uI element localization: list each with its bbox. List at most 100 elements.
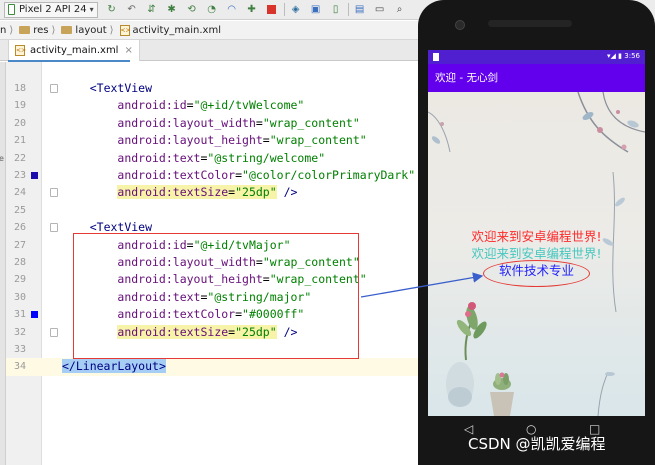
code-line[interactable]: 25 <box>6 202 430 219</box>
fold-marker-icon[interactable] <box>50 84 58 93</box>
code-token: "@string/welcome" <box>207 150 326 165</box>
breadcrumb-item-n[interactable]: n ⟩ <box>0 25 17 36</box>
profile-icon[interactable]: ◠ <box>224 3 240 17</box>
phone-icon <box>8 4 15 15</box>
line-number: 24 <box>13 187 26 199</box>
line-number: 22 <box>13 152 26 164</box>
line-number: 33 <box>13 344 26 355</box>
breadcrumb-item-layout[interactable]: layout ⟩ <box>59 25 117 36</box>
tab-label: activity_main.xml <box>30 45 119 56</box>
code-line[interactable]: 34 </LinearLayout> <box>6 358 430 376</box>
line-number: 23 <box>13 170 26 181</box>
sync-project-icon[interactable]: ⇵ <box>144 3 160 17</box>
code-token: android:layout_width <box>117 115 256 130</box>
close-icon[interactable]: × <box>124 45 132 56</box>
chevron-down-icon: ▾ <box>89 5 94 14</box>
avd-manager-icon[interactable]: ▯ <box>328 3 344 17</box>
breadcrumb-label: layout <box>75 24 107 36</box>
tool-window-label: e <box>0 154 4 163</box>
status-right: ▾◢ ▮ 3:56 <box>607 52 640 60</box>
breadcrumb-item-file[interactable]: <> activity_main.xml <box>118 24 221 36</box>
code-token: /> <box>283 185 298 200</box>
search-icon[interactable]: ⌕ <box>392 3 408 17</box>
code-line[interactable]: 19 android:id="@+id/tvWelcome" <box>6 97 430 114</box>
line-number: 32 <box>13 326 26 338</box>
tab-activity-main[interactable]: <> activity_main.xml × <box>8 40 140 61</box>
layout-inspector-icon[interactable]: ▣ <box>308 3 324 17</box>
breadcrumb: n ⟩ res ⟩ layout ⟩ <> activity_main.xml <box>0 21 430 40</box>
color-swatch-icon[interactable] <box>31 311 38 319</box>
app-title: 欢迎 - 无心剑 <box>435 72 498 84</box>
apply-changes-icon[interactable]: ⟲ <box>184 3 200 17</box>
code-token: = <box>255 115 263 130</box>
code-token: TextView <box>96 81 153 95</box>
code-line[interactable]: 22 android:text="@string/welcome" <box>6 150 430 167</box>
line-number: 28 <box>13 257 26 268</box>
status-time: 3:56 <box>624 52 640 60</box>
code-line[interactable]: 20 android:layout_width="wrap_content" <box>6 115 430 132</box>
line-number: 31 <box>13 309 26 321</box>
code-token: android:textColor <box>117 168 236 182</box>
sim-card-icon <box>433 53 439 61</box>
welcome-text: 欢迎来到安卓编程世界! <box>471 229 602 244</box>
emulator-screen[interactable]: ▾◢ ▮ 3:56 欢迎 - 无心剑 欢迎来到安卓编程世界! 欢迎来到安卓编程世… <box>428 50 645 416</box>
toolbar-divider <box>283 3 285 16</box>
sdk-manager-icon[interactable]: ▤ <box>352 3 368 17</box>
line-number: 18 <box>13 83 26 94</box>
code-token: "@+id/tvWelcome" <box>193 98 305 113</box>
code-line[interactable]: 21 android:layout_height="wrap_content" <box>6 132 430 149</box>
line-number: 34 <box>13 361 26 373</box>
code-line[interactable]: 23 android:textColor="@color/colorPrimar… <box>6 167 430 184</box>
apply-code-icon[interactable]: ◔ <box>204 3 220 17</box>
xml-file-icon: <> <box>119 24 131 36</box>
code-token: android:textSize <box>117 185 229 200</box>
code-token: > <box>158 359 166 374</box>
status-bar: ▾◢ ▮ 3:56 <box>428 50 645 64</box>
xml-file-icon: <> <box>15 45 27 56</box>
code-token: "wrap_content" <box>262 115 360 130</box>
fold-marker-icon[interactable] <box>50 327 58 337</box>
code-text: android:textColor="@color/colorPrimaryDa… <box>62 167 415 184</box>
line-number: 26 <box>13 222 26 234</box>
terminal-icon[interactable]: ▭ <box>372 3 388 17</box>
code-token: android:id <box>117 98 187 113</box>
code-text: android:textSize="25dp" /> <box>62 184 297 201</box>
color-swatch-icon[interactable] <box>31 172 38 179</box>
device-selector[interactable]: Pixel 2 API 24 ▾ <box>4 1 98 18</box>
fold-marker-icon[interactable] <box>50 223 58 233</box>
breadcrumb-label: activity_main.xml <box>132 24 221 36</box>
code-text: android:layout_height="wrap_content" <box>62 132 366 149</box>
line-number: 27 <box>13 239 26 251</box>
code-text: android:layout_width="wrap_content" <box>62 115 360 132</box>
gradle-icon[interactable]: ◈ <box>288 3 304 17</box>
fold-marker-icon[interactable] <box>50 188 58 198</box>
attach-debugger-icon[interactable]: ✚ <box>244 3 260 17</box>
device-name: Pixel 2 API 24 <box>19 4 87 15</box>
screenshot-root: Pixel 2 API 24 ▾ ↻ ↶ ⇵ ✱ ⟲ ◔ ◠ ✚ ◈ ▣ ▯ ▤… <box>0 0 655 465</box>
code-token: LinearLayout <box>75 359 159 374</box>
code-line[interactable]: 18 <TextView <box>6 80 430 97</box>
sync-icon[interactable]: ↻ <box>104 3 120 17</box>
line-number: 29 <box>13 274 26 286</box>
code-token: "25dp" <box>235 185 277 200</box>
line-number: 20 <box>13 117 26 129</box>
breadcrumb-item-res[interactable]: res ⟩ <box>17 25 59 36</box>
code-token: </ <box>62 359 76 374</box>
code-text: android:id="@+id/tvWelcome" <box>62 97 304 114</box>
breadcrumb-label: n <box>0 24 7 36</box>
chevron-right-icon: ⟩ <box>109 24 114 36</box>
code-line[interactable]: 24 android:textSize="25dp" /> <box>6 184 430 201</box>
code-token: < <box>89 81 97 95</box>
back-arrow-icon[interactable]: ↶ <box>124 3 140 17</box>
editor-tabs: <> activity_main.xml × <box>0 40 430 61</box>
front-camera-icon <box>455 20 465 30</box>
code-text: <TextView <box>62 80 152 97</box>
code-token: = <box>235 168 243 182</box>
stop-icon[interactable] <box>264 3 280 17</box>
debug-bug-icon[interactable]: ✱ <box>164 3 180 17</box>
